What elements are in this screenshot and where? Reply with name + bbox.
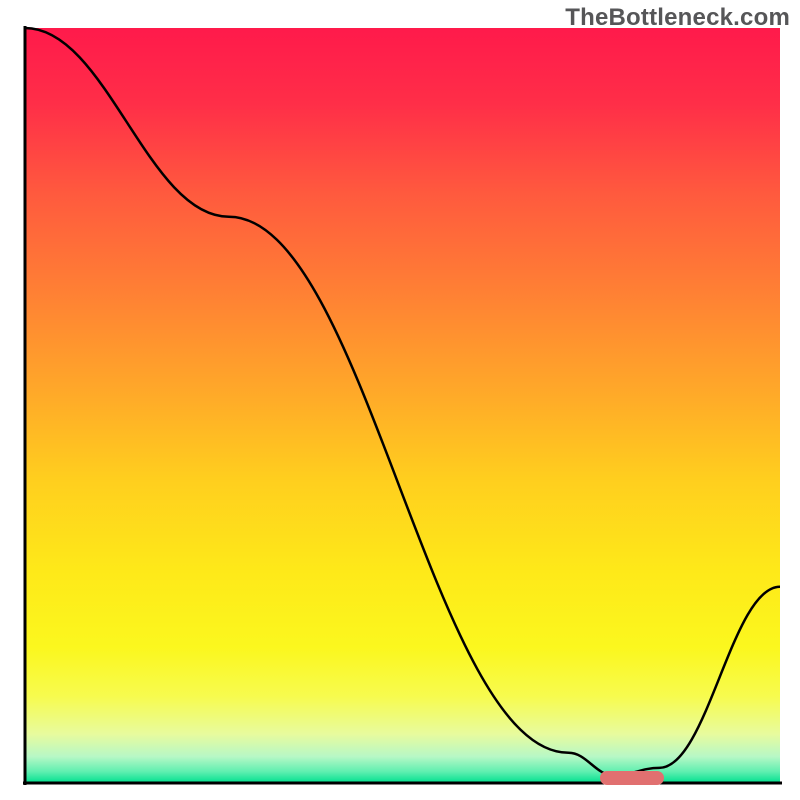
- optimal-range-marker: [600, 771, 664, 785]
- bottleneck-plot: [0, 0, 800, 800]
- chart-container: TheBottleneck.com: [0, 0, 800, 800]
- watermark-text: TheBottleneck.com: [565, 4, 790, 32]
